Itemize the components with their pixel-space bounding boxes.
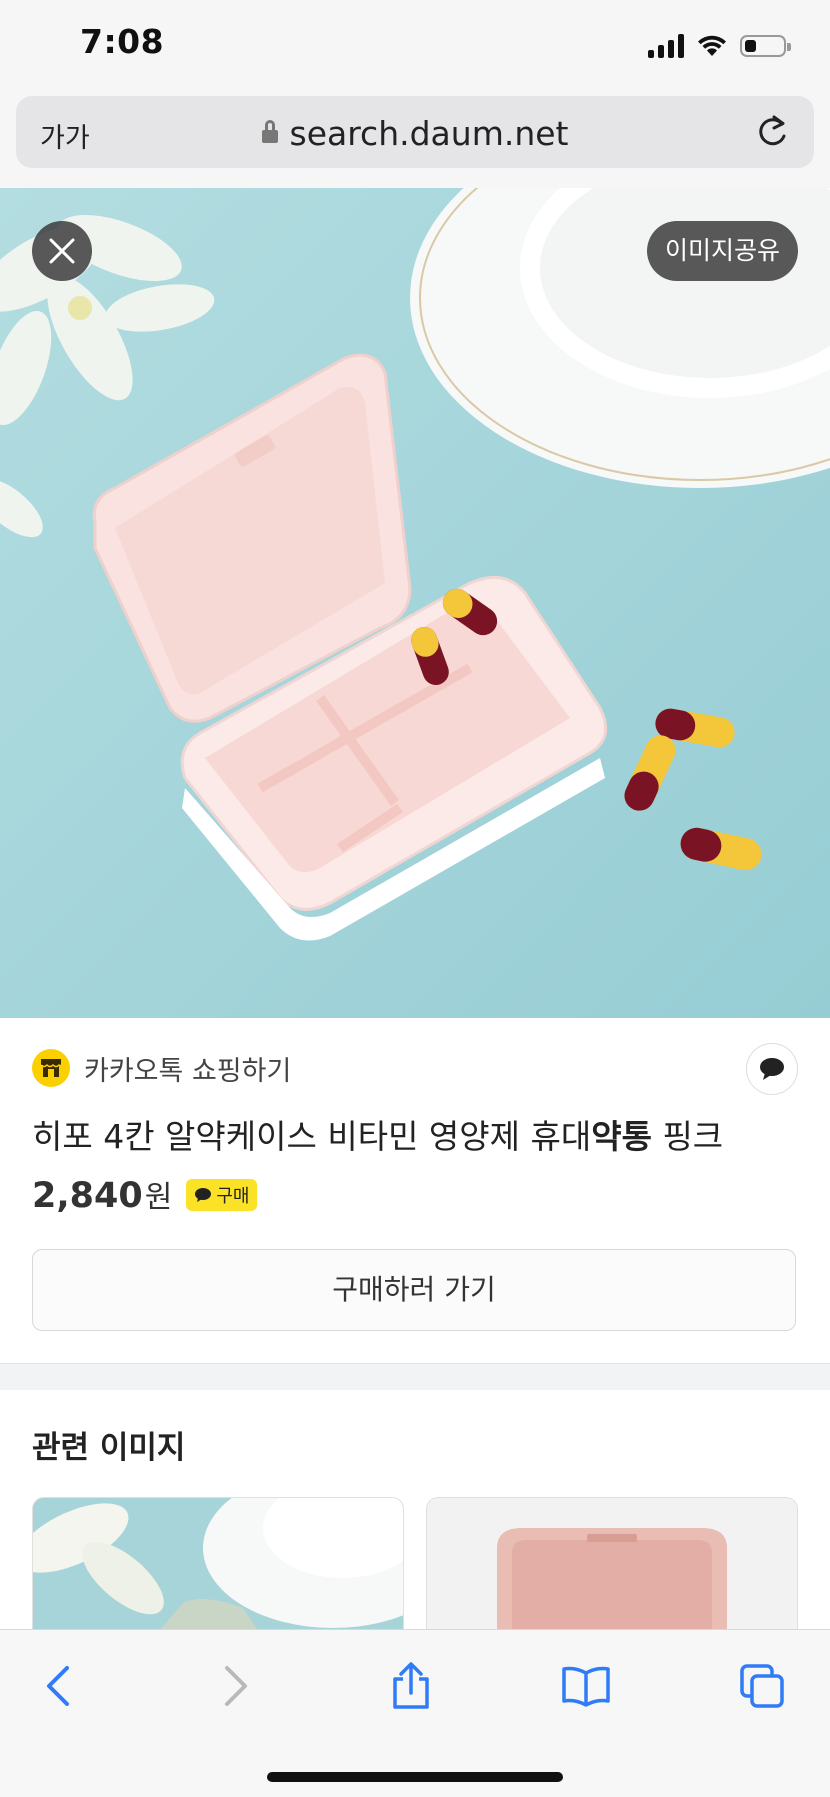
pill-case-photo (0, 188, 830, 1018)
url-field[interactable]: search.daum.net (16, 114, 814, 153)
wifi-icon (698, 35, 726, 56)
battery-level (745, 40, 756, 52)
chat-button[interactable] (746, 1043, 798, 1095)
lock-icon (261, 120, 278, 146)
chat-icon (760, 1058, 784, 1080)
thumbnail-photo (427, 1498, 797, 1636)
product-title-highlight: 약통 (591, 1117, 652, 1156)
close-button[interactable] (32, 221, 92, 281)
price-value: 2,840 (32, 1176, 143, 1216)
store-icon (32, 1049, 70, 1087)
product-image: 이미지공유 (0, 188, 830, 1018)
browser-toolbar (0, 1629, 830, 1797)
close-icon (49, 238, 75, 264)
purchase-badge-label: 구매 (216, 1186, 250, 1207)
bookmarks-icon (562, 1666, 610, 1707)
share-button[interactable] (381, 1656, 441, 1716)
tabs-button[interactable] (732, 1656, 792, 1716)
tabs-icon (740, 1664, 784, 1708)
chat-bubble-icon (195, 1188, 212, 1202)
reload-icon[interactable] (752, 112, 792, 152)
back-button[interactable] (28, 1656, 88, 1716)
related-images-title: 관련 이미지 (32, 1430, 186, 1466)
product-title-part1: 히포 4칸 알약케이스 비타민 영양제 휴대 (32, 1117, 592, 1156)
purchase-badge: 구매 (186, 1179, 258, 1211)
related-image-thumbnail[interactable] (32, 1497, 404, 1637)
related-image-thumbnail[interactable] (426, 1497, 798, 1637)
price-row: 2,840 원 구매 (32, 1172, 258, 1216)
shop-name: 카카오톡 쇼핑하기 (84, 1055, 292, 1087)
forward-button[interactable] (206, 1656, 266, 1716)
share-icon (393, 1662, 429, 1709)
cellular-signal-icon (648, 34, 684, 58)
status-icons (648, 30, 791, 62)
url-text: search.daum.net (289, 114, 569, 153)
go-to-purchase-button[interactable]: 구매하러 가기 (32, 1249, 796, 1331)
battery-icon (740, 35, 791, 57)
status-time: 7:08 (80, 22, 165, 61)
price-unit: 원 (144, 1180, 173, 1215)
home-indicator (267, 1772, 563, 1782)
product-title[interactable]: 히포 4칸 알약케이스 비타민 영양제 휴대약통 핑크 (32, 1110, 723, 1158)
product-title-part2: 핑크 (651, 1117, 724, 1156)
section-divider (0, 1363, 830, 1390)
image-share-button[interactable]: 이미지공유 (646, 221, 798, 281)
bookmarks-button[interactable] (556, 1656, 616, 1716)
browser-address-area: 가가 search.daum.net (0, 92, 830, 188)
address-bar[interactable]: 가가 search.daum.net (16, 96, 814, 168)
forward-icon (225, 1666, 247, 1706)
thumbnail-photo (33, 1498, 403, 1636)
status-bar: 7:08 (0, 0, 830, 92)
back-icon (47, 1666, 69, 1706)
shop-link[interactable]: 카카오톡 쇼핑하기 (32, 1048, 291, 1088)
